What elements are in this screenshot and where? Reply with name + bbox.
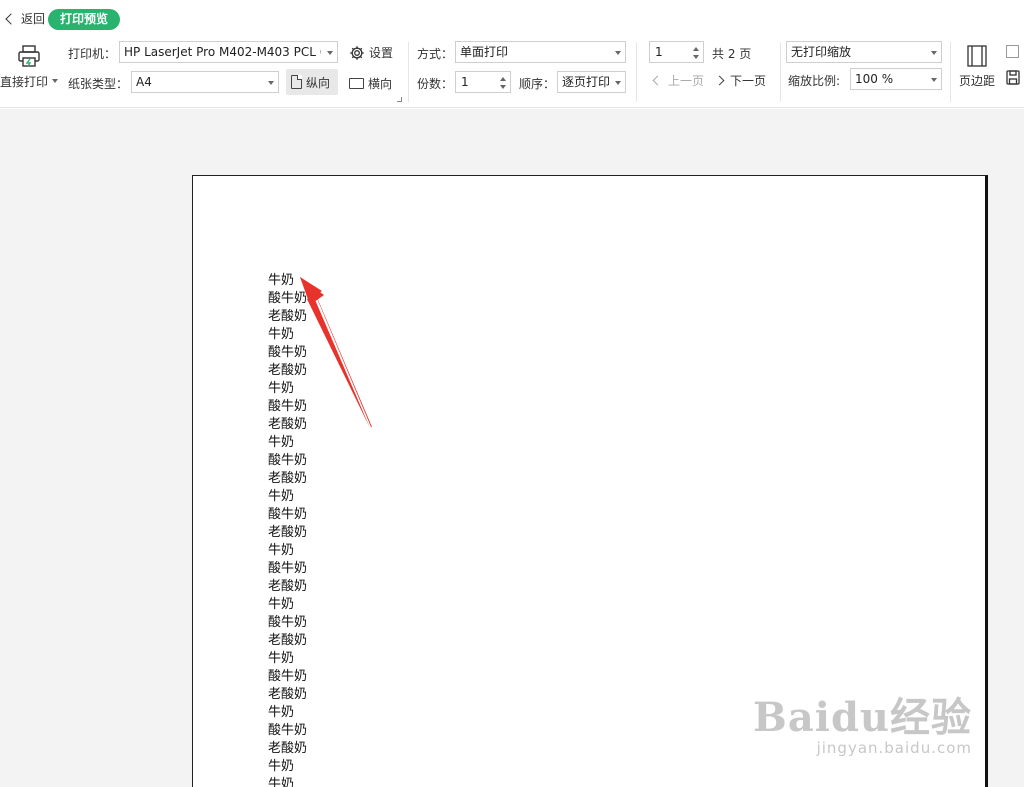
total-pages: 共 2 页 [712, 47, 752, 61]
caret-down-icon [52, 79, 58, 83]
mode-label: 方式： [417, 47, 454, 61]
paper-type-select[interactable]: A4 [131, 71, 279, 93]
prev-page-label: 上一页 [668, 74, 705, 88]
next-page-button[interactable]: 下一页 [714, 72, 767, 89]
separator [950, 42, 951, 102]
settings-label: 设置 [369, 46, 394, 60]
decrement-icon[interactable] [500, 85, 506, 89]
back-label: 返回 [21, 12, 46, 26]
copies-label: 份数： [417, 77, 454, 91]
caret-down-icon [931, 78, 937, 82]
mode-select[interactable]: 单面打印 [455, 41, 626, 63]
zoom-label: 缩放比例: [788, 74, 841, 88]
save-icon[interactable] [1006, 70, 1020, 85]
separator [780, 42, 781, 102]
separator [408, 42, 409, 102]
order-label: 顺序： [519, 77, 556, 91]
mode-value: 单面打印 [460, 45, 509, 59]
caret-down-icon [931, 51, 937, 55]
landscape-page-icon [349, 78, 364, 89]
chevron-left-icon [652, 75, 663, 86]
printer-value: HP LaserJet Pro M402-M403 PCL 6 [124, 45, 321, 59]
baidu-watermark: Baidu经验 jingyan.baidu.com [753, 694, 972, 758]
chevron-left-icon [5, 12, 17, 25]
preview-canvas[interactable]: 牛奶 酸牛奶 老酸奶 牛奶 酸牛奶 老酸奶 牛奶 酸牛奶 老酸奶 牛奶 酸牛奶 老酸奶 牛奶 酸牛奶 老酸奶… [0, 109, 1024, 787]
portrait-label: 纵向 [306, 75, 331, 90]
direct-print-button[interactable]: 直接打印 [0, 42, 60, 94]
caret-down-icon [615, 51, 621, 55]
back-button[interactable]: 返回 [4, 10, 45, 27]
paper-type-label: 纸张类型： [68, 77, 129, 91]
direct-print-label: 直接打印 [0, 75, 49, 89]
caret-down-icon [615, 81, 621, 85]
margins-label: 页边距 [959, 74, 996, 88]
zoom-value: 100 % [855, 72, 894, 86]
separator [636, 42, 637, 102]
option-checkbox[interactable] [1006, 45, 1019, 58]
paper-type-value: A4 [136, 75, 152, 89]
portrait-page-icon [291, 75, 302, 89]
printer-icon [18, 45, 40, 67]
top-bar: 返回 打印预览 [0, 0, 1024, 38]
caret-down-icon [268, 81, 274, 85]
landscape-button[interactable]: 横向 [349, 75, 392, 92]
portrait-button[interactable]: 纵向 [286, 69, 338, 95]
settings-button[interactable]: 设置 [349, 44, 393, 61]
page-number-stepper[interactable]: 1 [649, 41, 704, 63]
next-page-label: 下一页 [730, 74, 767, 88]
page-number-value: 1 [655, 45, 663, 59]
scaling-value: 无打印缩放 [791, 45, 852, 59]
print-toolbar: 直接打印 打印机： HP LaserJet Pro M402-M403 PCL … [0, 38, 1024, 108]
prev-page-button[interactable]: 上一页 [652, 72, 705, 89]
scaling-select[interactable]: 无打印缩放 [786, 41, 942, 63]
landscape-label: 横向 [368, 77, 393, 91]
watermark-logo: Baidu经验 [753, 694, 972, 741]
annotation-arrow [300, 277, 372, 428]
order-select[interactable]: 逐页打印 [557, 71, 626, 93]
decrement-icon[interactable] [693, 55, 699, 59]
zoom-select[interactable]: 100 % [850, 68, 942, 90]
margins-icon [967, 45, 987, 67]
margins-button[interactable]: 页边距 [956, 42, 1000, 94]
copies-stepper[interactable]: 1 [455, 71, 511, 93]
order-value: 逐页打印 [562, 75, 609, 89]
copies-value: 1 [461, 75, 469, 89]
gear-icon [350, 45, 364, 60]
printer-label: 打印机： [68, 47, 117, 61]
increment-icon[interactable] [693, 47, 699, 51]
caret-down-icon [327, 51, 333, 55]
watermark-url: jingyan.baidu.com [816, 739, 972, 757]
print-preview-tab[interactable]: 打印预览 [48, 9, 121, 30]
chevron-right-icon [714, 75, 725, 86]
increment-icon[interactable] [500, 77, 506, 81]
expand-corner-icon[interactable] [397, 97, 402, 102]
printer-select[interactable]: HP LaserJet Pro M402-M403 PCL 6 [119, 41, 338, 63]
